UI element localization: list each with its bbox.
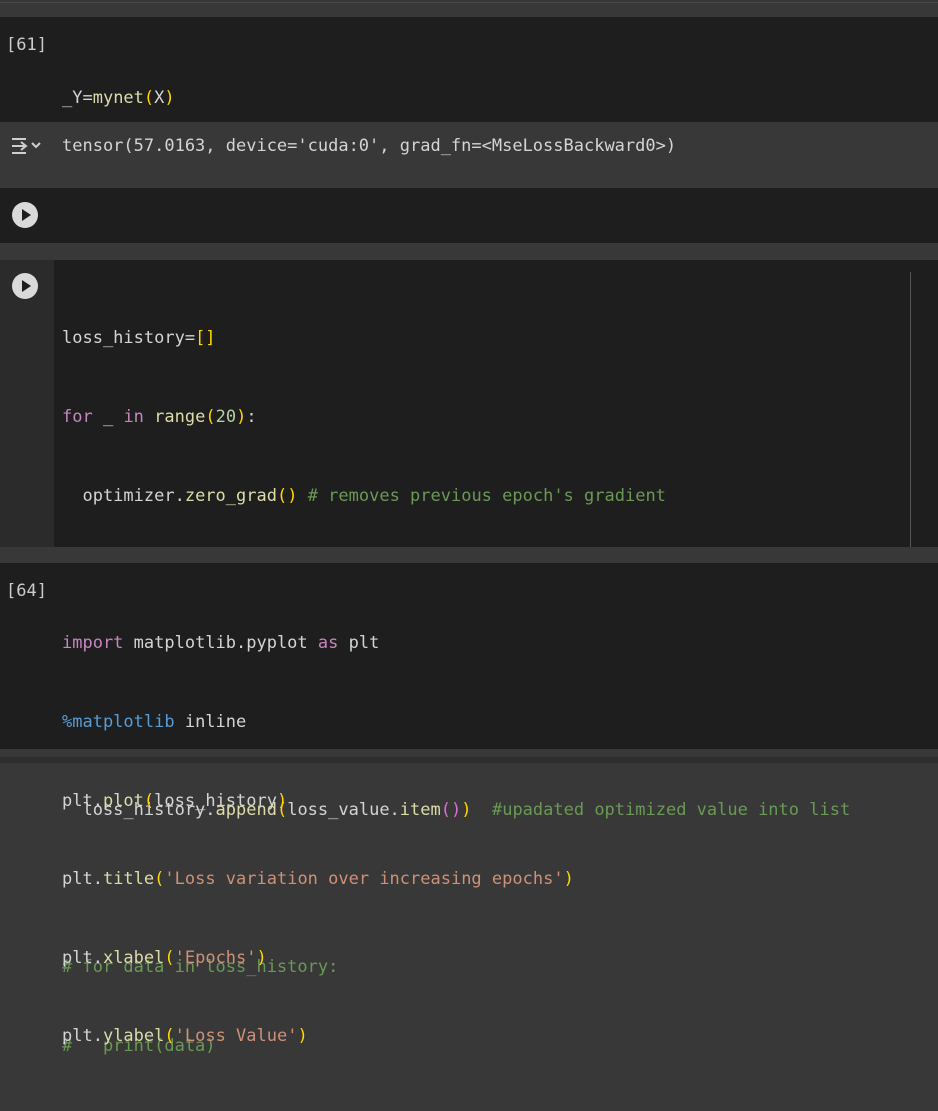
code-line: plt.title('Loss variation over increasin…	[62, 869, 574, 890]
play-circle-icon[interactable]	[12, 273, 38, 299]
bottom-divider	[0, 749, 938, 763]
code-line: for _ in range(20):	[62, 407, 257, 427]
cell-divider	[0, 243, 938, 260]
code-cell-sgd[interactable]: optimizer=SGD(mynet.parameters(), lr=0.0…	[0, 188, 938, 277]
code-cell-training-loop[interactable]: loss_history=[] for _ in range(20): opti…	[0, 260, 938, 1056]
cell-output-61: tensor(57.0163, device='cuda:0', grad_fn…	[0, 122, 938, 188]
play-circle-icon[interactable]	[12, 202, 38, 228]
code-cell-64[interactable]: [64] import matplotlib.pyplot as plt %ma…	[0, 563, 938, 1046]
code-line: _Y=mynet(X)	[62, 88, 175, 109]
code-line: optimizer.zero_grad() # removes previous…	[62, 485, 666, 506]
execution-count: [61]	[6, 35, 47, 55]
output-collapse-icon[interactable]	[10, 134, 46, 158]
code-line: loss_history=[]	[62, 328, 216, 349]
cell-divider	[0, 547, 938, 563]
scrollbar-track[interactable]	[910, 272, 911, 547]
top-divider	[0, 0, 938, 17]
code-line: plt.xlabel('Epochs')	[62, 947, 267, 968]
code-line: plt.plot(loss_history)	[62, 790, 288, 811]
output-text: tensor(57.0163, device='cuda:0', grad_fn…	[62, 136, 677, 156]
code-editor[interactable]: import matplotlib.pyplot as plt %matplot…	[62, 578, 574, 1102]
execution-count: [64]	[6, 581, 47, 601]
cell-gutter	[0, 260, 54, 547]
code-cell-61[interactable]: [61] _Y=mynet(X) loss_value=loss_func(_Y…	[0, 17, 938, 266]
code-line: import matplotlib.pyplot as plt	[62, 633, 380, 654]
code-line: %matplotlib inline	[62, 712, 247, 732]
code-line: plt.ylabel('Loss Value')	[62, 1026, 308, 1047]
